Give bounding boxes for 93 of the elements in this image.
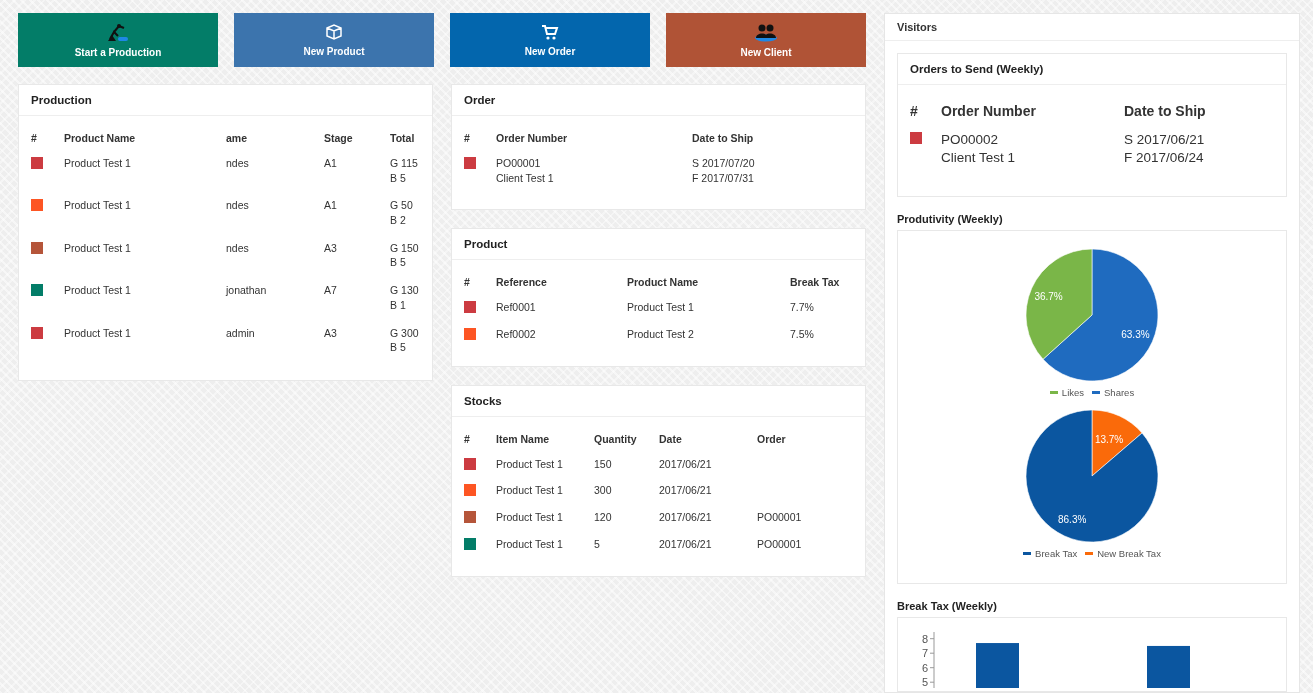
table-cell: 120 (594, 511, 612, 524)
column-header: Reference (496, 276, 548, 291)
action-button[interactable]: New Order (450, 13, 650, 67)
column-header: # (464, 132, 471, 146)
card-title: Product (464, 238, 508, 251)
column-header: # (464, 276, 471, 291)
legend-label: New Break Tax (1097, 548, 1161, 560)
table-cell: 150 (594, 457, 612, 470)
column-header: # (31, 132, 38, 146)
y-axis (929, 631, 935, 689)
table-cell: Ref0002 (496, 328, 536, 341)
table-cell: Ref0001 (496, 301, 536, 314)
table-cell: Product Test 1 (627, 301, 694, 314)
card-title: Order (464, 94, 496, 106)
card-title: Stocks (464, 394, 502, 407)
table-cell: A1 (324, 157, 337, 169)
table-cell: PO00001 (757, 537, 802, 550)
table-cell: admin (226, 326, 255, 339)
table-cell: ndes (226, 157, 249, 169)
table-cell: PO00001 Client Test 1 (496, 157, 554, 184)
data-label: 36.7% (1034, 290, 1063, 302)
table-cell: Product Test 1 (64, 284, 131, 297)
table-cell: Product Test 1 (496, 484, 563, 497)
table-cell: 5 (594, 537, 600, 550)
column-header: # (910, 103, 919, 121)
table-cell: 2017/06/21 (659, 484, 712, 497)
table-cell: Product Test 1 (64, 157, 131, 169)
table-cell: 2017/06/21 (659, 457, 712, 470)
table-cell: Product Test 1 (496, 537, 563, 550)
legend-label: Break Tax (1035, 548, 1078, 560)
tick-label: 8 (921, 632, 928, 645)
table-cell: S 2017/07/20 F 2017/07/31 (692, 157, 755, 184)
table-cell: G 300 B 5 (390, 326, 419, 354)
robot-arm-icon (107, 22, 129, 42)
table-cell: PO00002 Client Test 1 (941, 132, 1016, 165)
column-header: Total (390, 132, 416, 146)
column-header: Date to Ship (1124, 103, 1207, 121)
table-cell: G 130 B 1 (390, 284, 419, 311)
column-header: ame (226, 132, 248, 146)
table-cell: Product Test 1 (496, 457, 563, 470)
table-cell: A1 (324, 199, 337, 212)
column-header: Product Name (627, 276, 700, 291)
table-cell: Product Test 1 (64, 241, 131, 254)
panel-title: Visitors (897, 21, 938, 33)
table-cell: 300 (594, 484, 612, 497)
column-header: # (464, 432, 471, 447)
table-cell: S 2017/06/21 F 2017/06/24 (1124, 132, 1205, 165)
users-icon (754, 22, 778, 42)
data-label: 63.3% (1121, 329, 1150, 341)
action-button[interactable]: New Client (666, 13, 866, 67)
table-cell: A3 (324, 241, 337, 254)
chart-title: Produtivity (Weekly) (897, 213, 1003, 226)
column-header: Date to Ship (692, 132, 755, 146)
column-header: Order Number (941, 103, 1037, 121)
column-header: Order Number (496, 132, 569, 146)
column-header: Date (659, 432, 683, 447)
table-cell: Product Test 2 (627, 328, 694, 341)
table-cell: Product Test 1 (64, 199, 131, 212)
card-title: Orders to Send (Weekly) (910, 63, 1044, 75)
action-button[interactable]: Start a Production (18, 13, 218, 67)
table-cell: jonathan (226, 284, 267, 297)
data-label: 13.7% (1094, 433, 1124, 445)
column-header: Stage (324, 132, 354, 146)
table-cell: Product Test 1 (64, 326, 131, 339)
legend-label: Shares (1104, 387, 1135, 399)
table-cell: 2017/06/21 (659, 511, 712, 524)
table-cell: G 150 B 5 (390, 241, 419, 269)
table-cell: A3 (324, 326, 337, 339)
column-header: Product Name (64, 132, 137, 146)
cart-icon (541, 23, 559, 41)
legend-label: Likes (1061, 387, 1085, 399)
tick-label: 5 (921, 676, 928, 689)
table-cell: 7.7% (790, 301, 814, 314)
column-header: Order (757, 432, 787, 447)
table-cell: A7 (324, 284, 337, 297)
column-header: Item Name (496, 432, 551, 447)
table-cell: G 50 B 2 (390, 199, 413, 227)
table-cell: PO00001 (757, 511, 802, 524)
data-label: 86.3% (1058, 514, 1087, 526)
table-cell: Product Test 1 (496, 511, 563, 524)
column-header: Quantity (594, 432, 638, 447)
table-cell: ndes (226, 241, 249, 254)
box-icon (325, 23, 343, 41)
tick-label: 6 (921, 661, 928, 674)
card-title: Production (31, 94, 92, 106)
action-button[interactable]: New Product (234, 13, 434, 67)
table-cell: 7.5% (790, 328, 814, 341)
table-cell: ndes (226, 199, 249, 212)
tick-label: 7 (921, 647, 928, 660)
chart-title: Break Tax (Weekly) (897, 600, 997, 613)
table-cell: G 115 B 5 (390, 157, 418, 184)
column-header: Break Tax (790, 276, 841, 291)
table-cell: 2017/06/21 (659, 537, 712, 550)
